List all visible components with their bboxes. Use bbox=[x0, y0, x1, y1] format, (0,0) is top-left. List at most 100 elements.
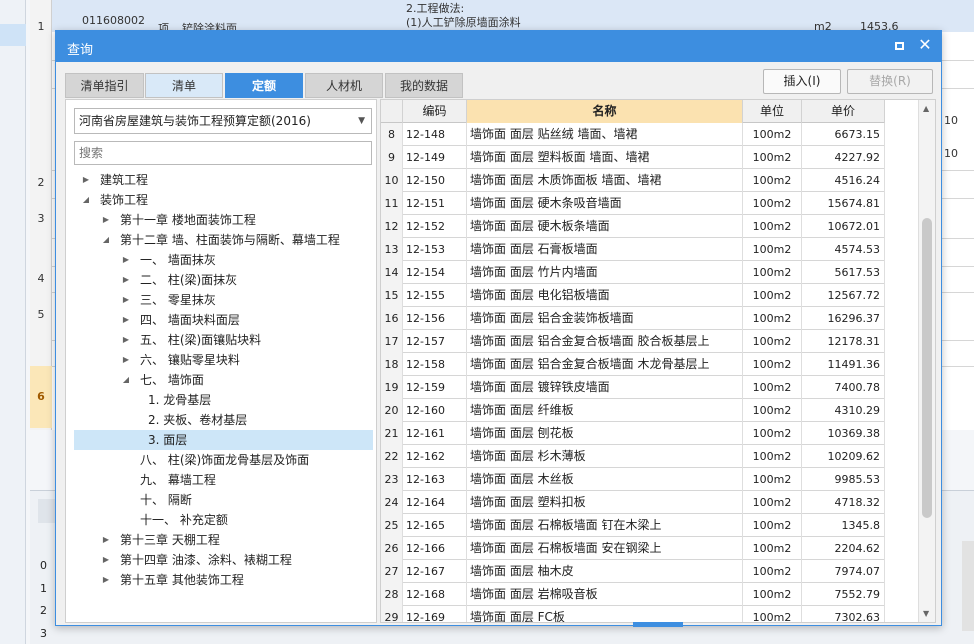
tab-my-data[interactable]: 我的数据 bbox=[385, 73, 463, 98]
tree-node[interactable]: 八、 柱(梁)饰面龙骨基层及饰面 bbox=[74, 450, 373, 470]
table-row[interactable]: 8 12-148 墙饰面 面层 贴丝绒 墙面、墙裙 100m2 6673.15 bbox=[381, 123, 885, 146]
table-row[interactable]: 18 12-158 墙饰面 面层 铝合金复合板墙面 木龙骨基层上 100m2 11491… bbox=[381, 353, 885, 376]
tab-bill[interactable]: 清单 bbox=[145, 73, 223, 98]
header-code[interactable]: 编码 bbox=[403, 100, 467, 123]
tree-node[interactable]: 十、 隔断 bbox=[74, 490, 373, 510]
cell-price: 15674.81 bbox=[802, 192, 885, 215]
table-row[interactable]: 27 12-167 墙饰面 面层 柚木皮 100m2 7974.07 bbox=[381, 560, 885, 583]
header-name[interactable]: 名称 bbox=[467, 100, 743, 123]
table-row[interactable]: 16 12-156 墙饰面 面层 铝合金装饰板墙面 100m2 16296.37 bbox=[381, 307, 885, 330]
table-row[interactable]: 26 12-166 墙饰面 面层 石棉板墙面 安在钢梁上 100m2 2204.62 bbox=[381, 537, 885, 560]
cell-price: 7552.79 bbox=[802, 583, 885, 606]
expand-icon[interactable]: ▶ bbox=[80, 170, 92, 190]
tree-node[interactable]: ▶ 第十三章 天棚工程 bbox=[74, 530, 373, 550]
expand-icon[interactable]: ▶ bbox=[100, 530, 112, 550]
tree-node[interactable]: ▶ 二、 柱(梁)面抹灰 bbox=[74, 270, 373, 290]
quota-tree-panel: 河南省房屋建筑与装饰工程预算定额(2016) ▼ ▶ 建筑工程 ◢ 装饰工程 ▶ 第十一章… bbox=[65, 99, 377, 623]
spreadsheet-row-1[interactable]: 011608002 项 铲除涂料面 2.工程做法: (1)人工铲除原墙面涂料 m… bbox=[52, 0, 974, 35]
table-row[interactable]: 11 12-151 墙饰面 面层 硬木条吸音墙面 100m2 15674.81 bbox=[381, 192, 885, 215]
expand-icon[interactable]: ▶ bbox=[120, 330, 132, 350]
cell-unit: 100m2 bbox=[743, 445, 802, 468]
expand-icon[interactable]: ▶ bbox=[120, 270, 132, 290]
table-row[interactable]: 22 12-162 墙饰面 面层 杉木薄板 100m2 10209.62 bbox=[381, 445, 885, 468]
table-row[interactable]: 14 12-154 墙饰面 面层 竹片内墙面 100m2 5617.53 bbox=[381, 261, 885, 284]
tree-node[interactable]: ▶ 五、 柱(梁)面镶贴块料 bbox=[74, 330, 373, 350]
quota-library-select[interactable]: 河南省房屋建筑与装饰工程预算定额(2016) ▼ bbox=[74, 108, 372, 134]
tab-labor-material-machine[interactable]: 人材机 bbox=[305, 73, 383, 98]
expand-icon[interactable]: ▶ bbox=[100, 550, 112, 570]
cell-code: 12-164 bbox=[403, 491, 467, 514]
tree-node[interactable]: ▶ 建筑工程 bbox=[74, 170, 373, 190]
tree-node[interactable]: ▶ 三、 零星抹灰 bbox=[74, 290, 373, 310]
replace-button[interactable]: 替换(R) bbox=[847, 69, 933, 94]
cell-price: 7974.07 bbox=[802, 560, 885, 583]
bottom-scrollbar[interactable] bbox=[962, 541, 974, 631]
tree-node[interactable]: 3. 面层 bbox=[74, 430, 373, 450]
table-row[interactable]: 23 12-163 墙饰面 面层 木丝板 100m2 9985.53 bbox=[381, 468, 885, 491]
tree-node[interactable]: 1. 龙骨基层 bbox=[74, 390, 373, 410]
table-row[interactable]: 21 12-161 墙饰面 面层 刨花板 100m2 10369.38 bbox=[381, 422, 885, 445]
table-row[interactable]: 15 12-155 墙饰面 面层 电化铝板墙面 100m2 12567.72 bbox=[381, 284, 885, 307]
left-side-pane bbox=[0, 0, 26, 644]
tree-node[interactable]: ▶ 第十一章 楼地面装饰工程 bbox=[74, 210, 373, 230]
tree-node[interactable]: ◢ 第十二章 墙、柱面装饰与隔断、幕墙工程 bbox=[74, 230, 373, 250]
header-unit[interactable]: 单位 bbox=[743, 100, 802, 123]
cell-price: 4516.24 bbox=[802, 169, 885, 192]
dialog-title: 查询 bbox=[67, 43, 94, 58]
close-icon[interactable]: ✕ bbox=[917, 36, 933, 54]
tree-node-label: 第十四章 油漆、涂料、裱糊工程 bbox=[120, 553, 292, 567]
cell-code: 12-156 bbox=[403, 307, 467, 330]
cell-code: 12-149 bbox=[403, 146, 467, 169]
tree-node[interactable]: ▶ 第十四章 油漆、涂料、裱糊工程 bbox=[74, 550, 373, 570]
cell-idx: 22 bbox=[381, 445, 403, 468]
table-row[interactable]: 13 12-153 墙饰面 面层 石膏板墙面 100m2 4574.53 bbox=[381, 238, 885, 261]
table-row[interactable]: 12 12-152 墙饰面 面层 硬木板条墙面 100m2 10672.01 bbox=[381, 215, 885, 238]
cell-unit: 100m2 bbox=[743, 353, 802, 376]
table-row[interactable]: 28 12-168 墙饰面 面层 岩棉吸音板 100m2 7552.79 bbox=[381, 583, 885, 606]
tree-node[interactable]: ▶ 六、 镶贴零星块料 bbox=[74, 350, 373, 370]
dialog-titlebar[interactable]: 查询 ✕ bbox=[56, 31, 941, 62]
expand-icon[interactable]: ▶ bbox=[120, 290, 132, 310]
tree-node[interactable]: 九、 幕墙工程 bbox=[74, 470, 373, 490]
table-row[interactable]: 19 12-159 墙饰面 面层 镀锌铁皮墙面 100m2 7400.78 bbox=[381, 376, 885, 399]
cell-idx: 16 bbox=[381, 307, 403, 330]
cell-code: 12-158 bbox=[403, 353, 467, 376]
cell-name: 墙饰面 面层 铝合金复合板墙面 胶合板基层上 bbox=[467, 330, 743, 353]
row-number: 4 bbox=[37, 272, 45, 285]
left-pane-selection bbox=[0, 24, 26, 46]
scroll-down-icon[interactable]: ▼ bbox=[923, 609, 929, 618]
table-row[interactable]: 9 12-149 墙饰面 面层 塑料板面 墙面、墙裙 100m2 4227.92 bbox=[381, 146, 885, 169]
expand-icon[interactable]: ▶ bbox=[100, 570, 112, 590]
table-row[interactable]: 10 12-150 墙饰面 面层 木质饰面板 墙面、墙裙 100m2 4516.24 bbox=[381, 169, 885, 192]
insert-button[interactable]: 插入(I) bbox=[763, 69, 841, 94]
maximize-icon[interactable] bbox=[893, 39, 907, 53]
collapse-icon[interactable]: ◢ bbox=[100, 230, 112, 250]
tree-node[interactable]: ◢ 装饰工程 bbox=[74, 190, 373, 210]
splitter-handle[interactable] bbox=[633, 622, 683, 627]
expand-icon[interactable]: ▶ bbox=[120, 350, 132, 370]
table-scrollbar[interactable]: ▲ ▼ bbox=[918, 100, 935, 622]
table-row[interactable]: 20 12-160 墙饰面 面层 纤维板 100m2 4310.29 bbox=[381, 399, 885, 422]
scroll-up-icon[interactable]: ▲ bbox=[923, 104, 929, 113]
tab-quota[interactable]: 定额 bbox=[225, 73, 303, 98]
tree-node[interactable]: 十一、 补充定额 bbox=[74, 510, 373, 530]
table-row[interactable]: 17 12-157 墙饰面 面层 铝合金复合板墙面 胶合板基层上 100m2 12178… bbox=[381, 330, 885, 353]
scroll-thumb[interactable] bbox=[922, 218, 932, 518]
expand-icon[interactable]: ▶ bbox=[100, 210, 112, 230]
table-row[interactable]: 29 12-169 墙饰面 面层 FC板 100m2 7302.63 bbox=[381, 606, 885, 622]
expand-icon[interactable]: ▶ bbox=[120, 250, 132, 270]
tree-node[interactable]: ▶ 四、 墙面块料面层 bbox=[74, 310, 373, 330]
tree-node[interactable]: ◢ 七、 墙饰面 bbox=[74, 370, 373, 390]
table-row[interactable]: 24 12-164 墙饰面 面层 塑料扣板 100m2 4718.32 bbox=[381, 491, 885, 514]
header-price[interactable]: 单价 bbox=[802, 100, 885, 123]
tree-node[interactable]: ▶ 第十五章 其他装饰工程 bbox=[74, 570, 373, 590]
collapse-icon[interactable]: ◢ bbox=[120, 370, 132, 390]
tab-bill-guide[interactable]: 清单指引 bbox=[65, 73, 144, 98]
expand-icon[interactable]: ▶ bbox=[120, 310, 132, 330]
search-input[interactable] bbox=[74, 141, 372, 165]
collapse-icon[interactable]: ◢ bbox=[80, 190, 92, 210]
tree-node[interactable]: ▶ 一、 墙面抹灰 bbox=[74, 250, 373, 270]
tree-node[interactable]: 2. 夹板、卷材基层 bbox=[74, 410, 373, 430]
header-index bbox=[381, 100, 403, 123]
table-row[interactable]: 25 12-165 墙饰面 面层 石棉板墙面 钉在木梁上 100m2 1345.8 bbox=[381, 514, 885, 537]
